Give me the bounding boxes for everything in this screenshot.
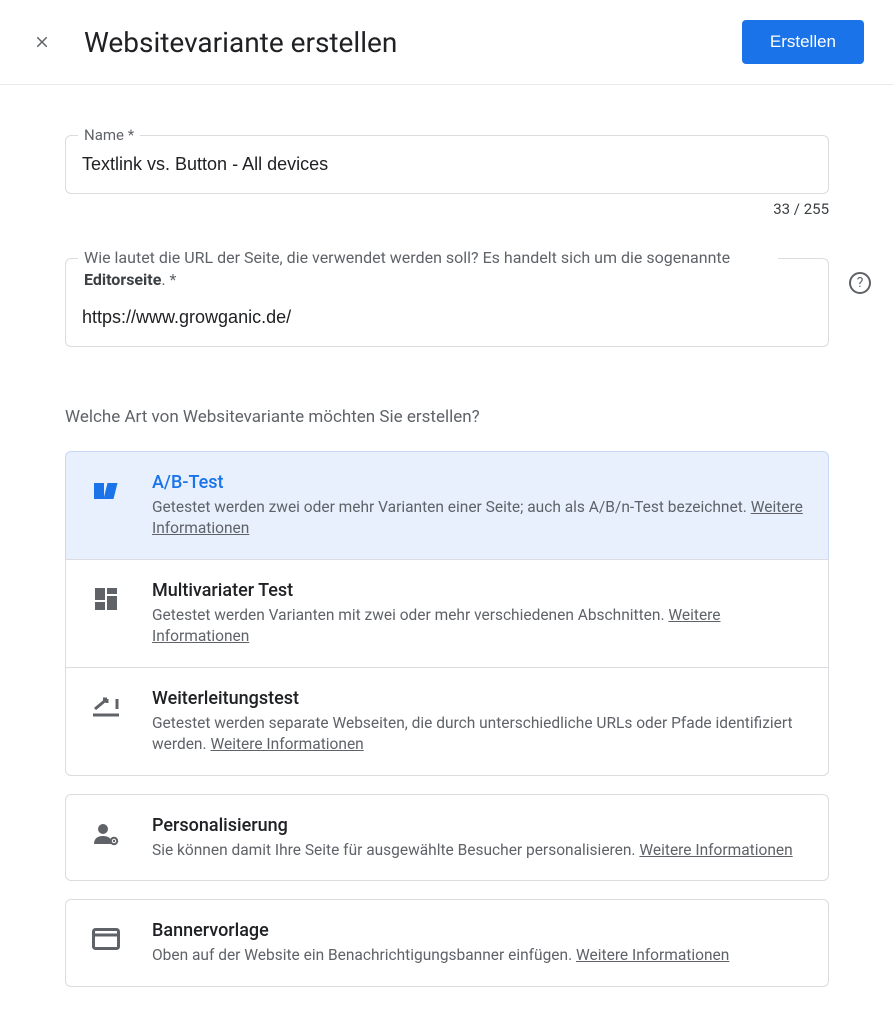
redirect-icon [88, 692, 124, 722]
url-label-post: . * [161, 270, 176, 289]
variant-type-group-tests: A/B-Test Getestet werden zwei oder mehr … [65, 451, 829, 776]
name-char-counter: 33 / 255 [65, 200, 829, 218]
option-body: Weiterleitungstest Getestet werden separ… [152, 688, 806, 755]
option-title: Personalisierung [152, 815, 806, 836]
banner-icon [88, 924, 124, 954]
help-icon[interactable]: ? [849, 272, 871, 294]
option-redirect-test[interactable]: Weiterleitungstest Getestet werden separ… [65, 667, 829, 776]
option-title: Weiterleitungstest [152, 688, 806, 709]
url-input[interactable] [82, 307, 812, 328]
option-title: A/B-Test [152, 472, 806, 493]
option-body: Personalisierung Sie können damit Ihre S… [152, 815, 806, 861]
ab-test-icon [88, 476, 124, 506]
more-info-link[interactable]: Weitere Informationen [639, 841, 792, 859]
more-info-link[interactable]: Weitere Informationen [576, 946, 729, 964]
option-personalization[interactable]: Personalisierung Sie können damit Ihre S… [65, 794, 829, 882]
option-banner-template[interactable]: Bannervorlage Oben auf der Website ein B… [65, 899, 829, 987]
close-button[interactable] [30, 30, 54, 54]
more-info-link[interactable]: Weitere Informationen [210, 735, 363, 753]
option-desc: Getestet werden Varianten mit zwei oder … [152, 605, 806, 647]
dialog-header: Websitevariante erstellen Erstellen [0, 0, 894, 85]
dialog-content: Name * 33 / 255 Wie lautet die URL der S… [0, 85, 894, 1017]
url-label-pre: Wie lautet die URL der Seite, die verwen… [84, 248, 730, 267]
option-desc: Getestet werden zwei oder mehr Varianten… [152, 497, 806, 539]
name-field-wrap[interactable]: Name * [65, 135, 829, 194]
url-label-bold: Editorseite [84, 270, 161, 289]
option-desc: Sie können damit Ihre Seite für ausgewäh… [152, 840, 806, 861]
option-title: Bannervorlage [152, 920, 806, 941]
option-body: Bannervorlage Oben auf der Website ein B… [152, 920, 806, 966]
name-input[interactable] [82, 154, 812, 175]
option-body: A/B-Test Getestet werden zwei oder mehr … [152, 472, 806, 539]
url-field-row: Wie lautet die URL der Seite, die verwen… [65, 258, 829, 347]
create-button[interactable]: Erstellen [742, 20, 864, 64]
dialog-title: Websitevariante erstellen [84, 26, 742, 59]
option-desc: Oben auf der Website ein Benachrichtigun… [152, 945, 806, 966]
variant-type-group-banner: Bannervorlage Oben auf der Website ein B… [65, 899, 829, 987]
option-desc: Getestet werden separate Webseiten, die … [152, 713, 806, 755]
option-ab-test[interactable]: A/B-Test Getestet werden zwei oder mehr … [65, 451, 829, 560]
option-multivariate-test[interactable]: Multivariater Test Getestet werden Varia… [65, 559, 829, 668]
url-field-wrap[interactable]: Wie lautet die URL der Seite, die verwen… [65, 258, 829, 347]
name-field-label: Name * [78, 126, 140, 144]
variant-type-group-personal: Personalisierung Sie können damit Ihre S… [65, 794, 829, 882]
url-field-label: Wie lautet die URL der Seite, die verwen… [78, 247, 778, 292]
personalization-icon [88, 819, 124, 849]
close-icon [33, 33, 51, 51]
option-body: Multivariater Test Getestet werden Varia… [152, 580, 806, 647]
option-title: Multivariater Test [152, 580, 806, 601]
multivariate-icon [88, 584, 124, 614]
variant-type-question: Welche Art von Websitevariante möchten S… [65, 407, 829, 427]
